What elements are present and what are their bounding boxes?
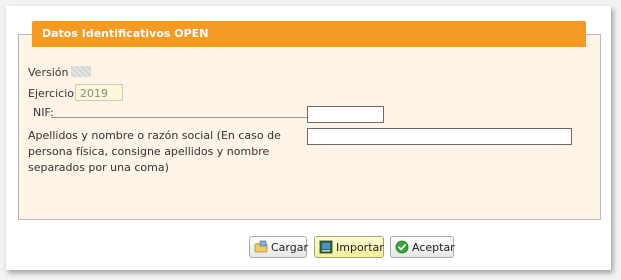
nombre-label: Apellidos y nombre o razón social (En ca… (28, 129, 281, 174)
nif-leader-line (51, 117, 309, 118)
import-icon (319, 240, 333, 254)
nombre-input[interactable] (307, 128, 572, 145)
ejercicio-field: 2019 (75, 84, 123, 101)
aceptar-button[interactable]: Aceptar (390, 236, 455, 258)
cargar-label: Cargar (271, 240, 308, 254)
importar-label: Importar (336, 240, 384, 254)
folder-load-icon (254, 240, 268, 254)
aceptar-label: Aceptar (412, 240, 455, 254)
importar-button[interactable]: Importar (314, 236, 384, 258)
nif-input[interactable] (307, 106, 384, 123)
check-icon (395, 240, 409, 254)
version-label: Versión (28, 66, 92, 79)
panel-title: Datos Identificativos OPEN (32, 21, 586, 47)
cargar-button[interactable]: Cargar (249, 236, 308, 258)
form-panel: Versión Ejercicio 2019 NIF: Apellidos y … (18, 34, 601, 220)
dialog-window: Versión Ejercicio 2019 NIF: Apellidos y … (6, 6, 611, 270)
ejercicio-label: Ejercicio (28, 87, 74, 100)
version-value-redacted (71, 66, 92, 77)
